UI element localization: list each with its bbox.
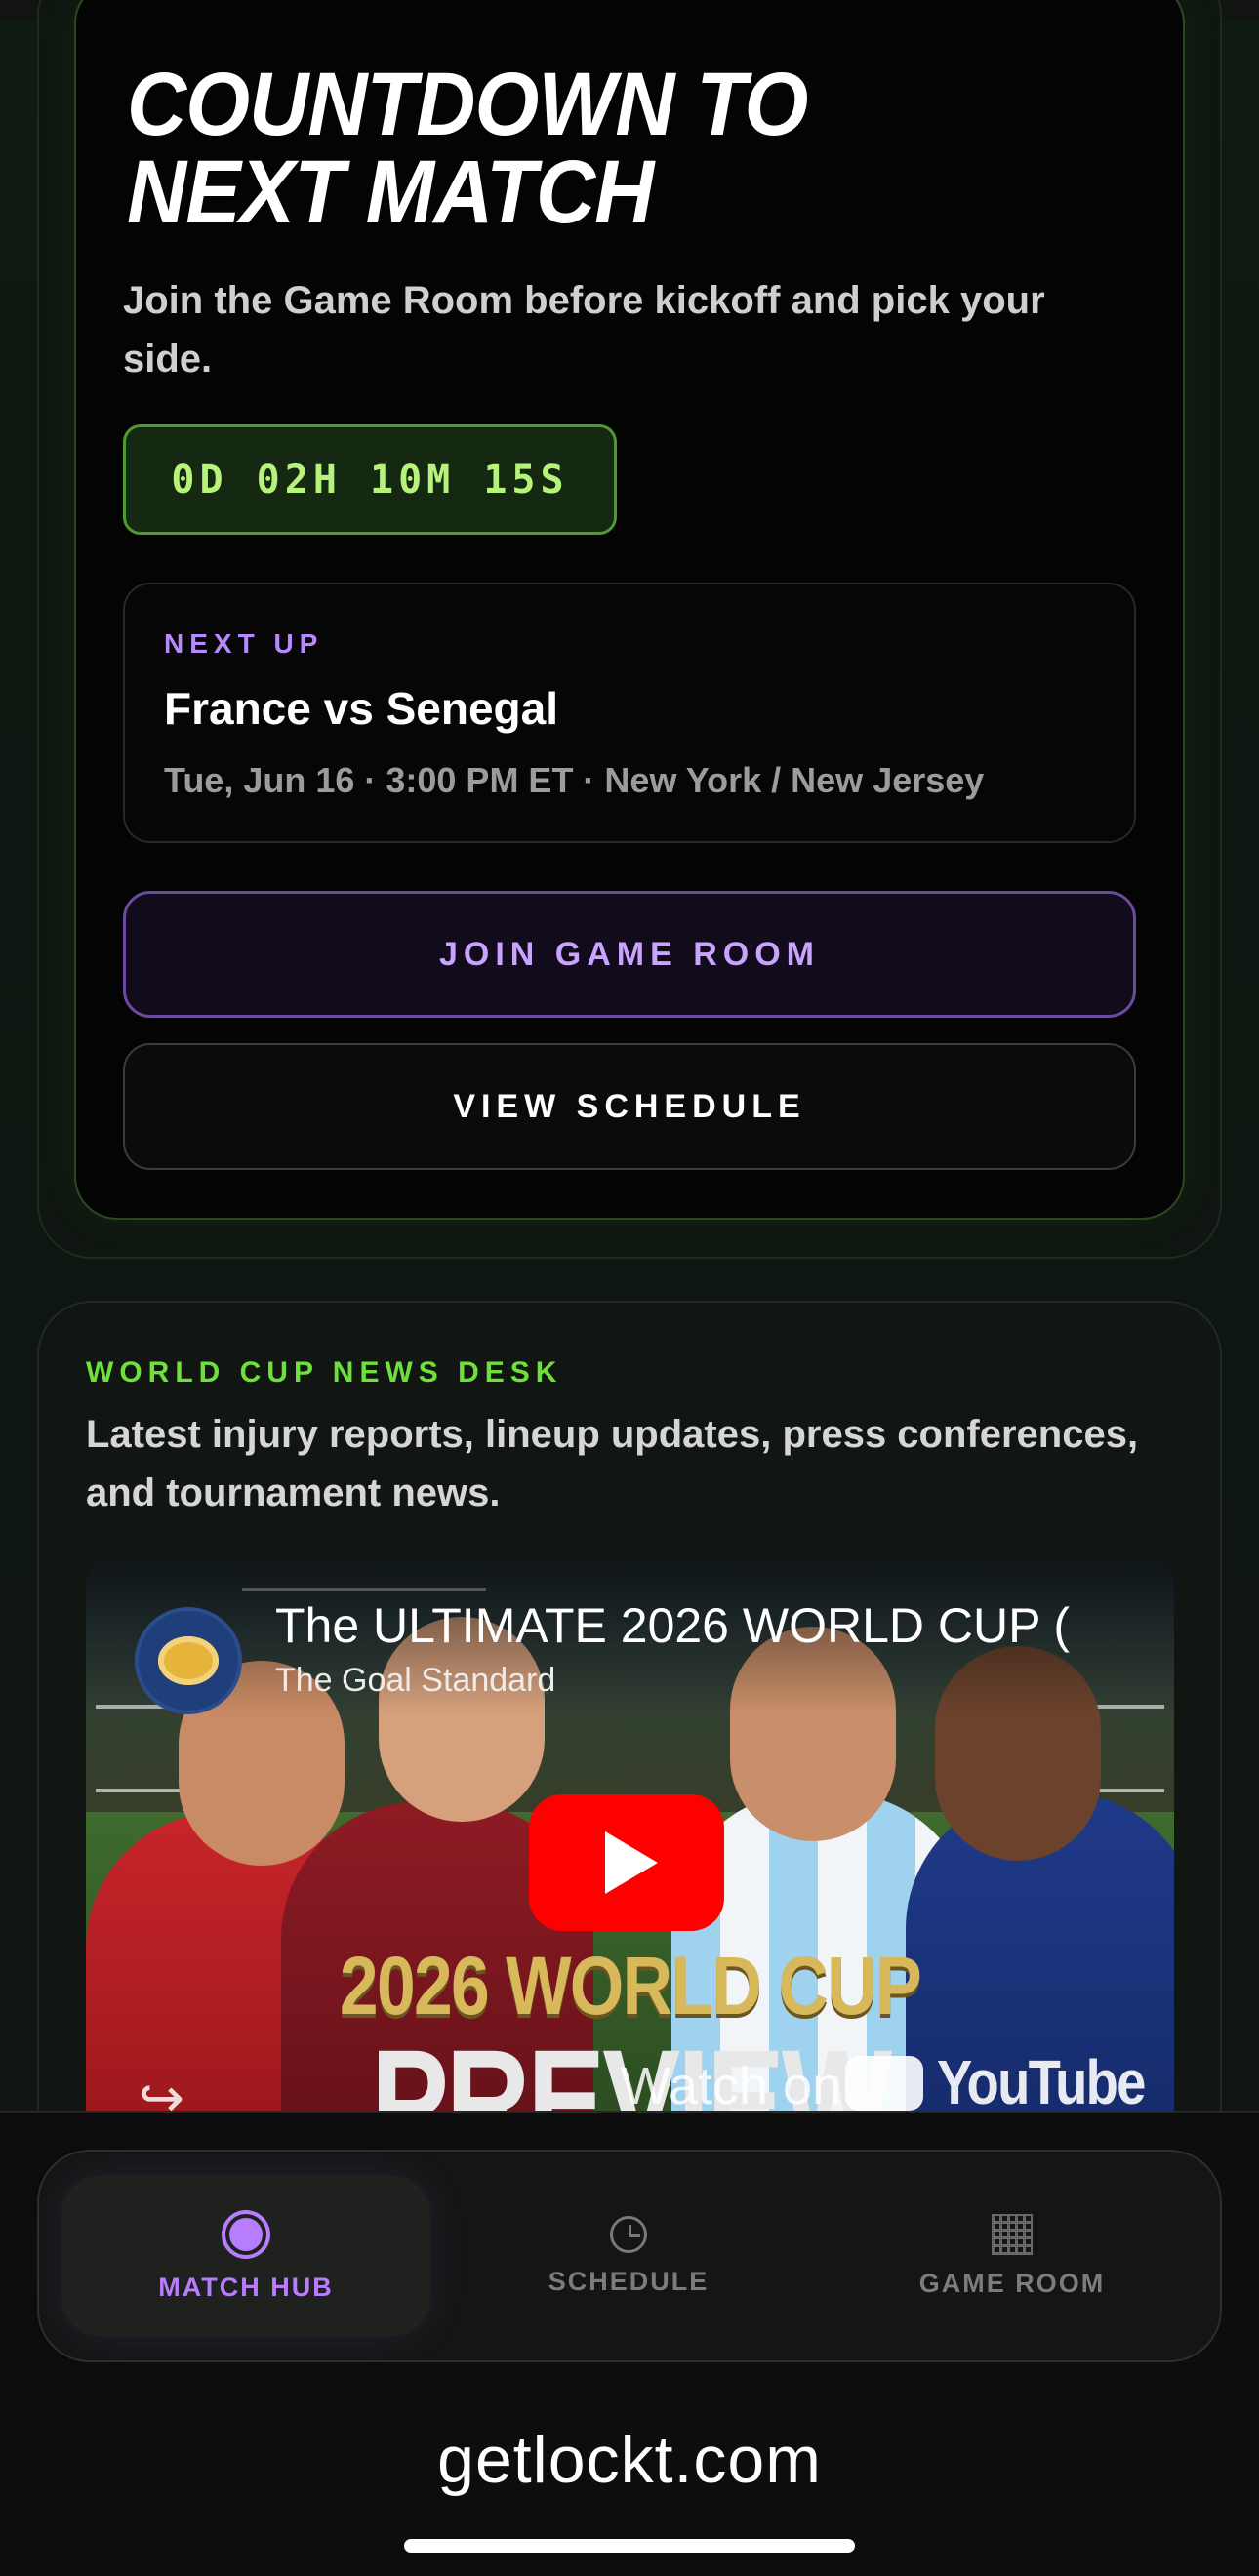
youtube-logo-icon[interactable] (845, 2056, 923, 2111)
grid-icon (992, 2213, 1033, 2255)
next-match-title: France vs Senegal (164, 683, 558, 734)
bottom-divider (0, 2111, 1259, 2113)
tab-schedule[interactable]: SCHEDULE (444, 2175, 813, 2337)
countdown-subtitle: Join the Game Room before kickoff and pi… (123, 279, 1045, 381)
next-match-card: NEXT UP France vs Senegal Tue, Jun 16 · … (123, 583, 1136, 843)
tab-game-room[interactable]: GAME ROOM (828, 2175, 1197, 2337)
news-desk-label: WORLD CUP NEWS DESK (86, 1356, 563, 1389)
video-title[interactable]: The ULTIMATE 2026 WORLD CUP ( (275, 1597, 1163, 1654)
countdown-timer: 0D 02H 10M 15S (123, 424, 617, 535)
play-icon (605, 1831, 658, 1894)
planet-logo-icon (158, 1636, 219, 1685)
join-game-room-button[interactable]: JOIN GAME ROOM (123, 891, 1136, 1018)
clock-icon (610, 2215, 647, 2253)
match-hub-icon (222, 2209, 270, 2259)
browser-address-domain[interactable]: getlockt.com (0, 2422, 1259, 2498)
tab-label: GAME ROOM (918, 2268, 1106, 2298)
tab-match-hub[interactable]: MATCH HUB (61, 2175, 430, 2337)
news-desk-subtitle: Latest injury reports, lineup updates, p… (86, 1413, 1139, 1514)
youtube-wordmark[interactable]: YouTube (937, 2046, 1146, 2118)
video-embed[interactable]: 2026 WORLD CUP PREVIEW The ULTIMATE 2026… (86, 1558, 1174, 2144)
home-indicator[interactable] (404, 2539, 855, 2553)
channel-avatar[interactable] (135, 1607, 242, 1714)
watch-on-label[interactable]: Watch on (621, 2056, 841, 2116)
video-channel-name[interactable]: The Goal Standard (275, 1662, 555, 1700)
play-button[interactable] (529, 1794, 724, 1931)
view-schedule-button[interactable]: VIEW SCHEDULE (123, 1043, 1136, 1170)
next-match-meta: Tue, Jun 16 · 3:00 PM ET · New York / Ne… (164, 760, 985, 800)
countdown-title: COUNTDOWN TO NEXT MATCH (127, 55, 808, 242)
tab-label: MATCH HUB (158, 2272, 334, 2302)
tab-label: SCHEDULE (548, 2266, 710, 2296)
next-up-label: NEXT UP (164, 628, 324, 659)
